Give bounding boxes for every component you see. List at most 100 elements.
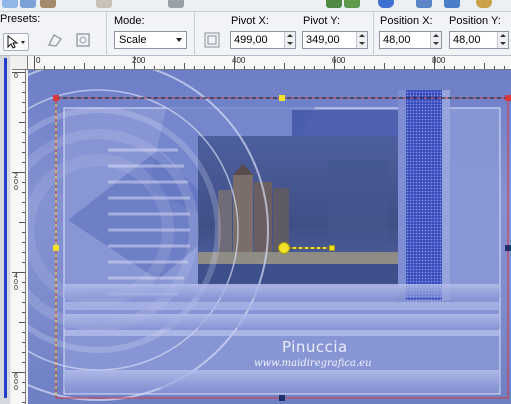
- ruler-tick: [22, 362, 25, 363]
- ruler-tick: [12, 272, 25, 273]
- ruler-tick: [154, 66, 155, 69]
- ruler-tick: [504, 66, 505, 69]
- ruler-tick: [194, 66, 195, 69]
- ruler-tick: [22, 382, 25, 383]
- position-x-stepper[interactable]: [430, 32, 441, 48]
- perspective-icon[interactable]: [74, 31, 92, 49]
- ruler-tick: [104, 66, 105, 69]
- image-canvas[interactable]: Pinuccia www.maidiregrafica.eu: [28, 70, 511, 404]
- image-icon[interactable]: [2, 0, 18, 8]
- ruler-tick: [34, 56, 35, 69]
- vertical-ruler: 0 2 0 0 4 0 0 6 0 0: [12, 70, 26, 404]
- panel-edge: [0, 56, 10, 404]
- ruler-tick: [22, 162, 25, 163]
- ruler-tick: [22, 312, 25, 313]
- pivot-x-stepper[interactable]: [284, 32, 295, 48]
- brush-icon[interactable]: [40, 0, 56, 8]
- ruler-tick: [19, 322, 25, 323]
- rotation-handle[interactable]: [278, 242, 290, 254]
- ruler-tick: [74, 66, 75, 69]
- ruler-tick: [12, 172, 25, 173]
- pivot-y-stepper[interactable]: [356, 32, 367, 48]
- print-icon[interactable]: [168, 0, 184, 8]
- chevron-down-icon: [176, 38, 182, 42]
- position-y-stepper[interactable]: [497, 32, 508, 48]
- pivot-x-input[interactable]: 499,00: [230, 31, 296, 49]
- ruler-tick: [22, 262, 25, 263]
- ruler-tick: [22, 302, 25, 303]
- scale-icon[interactable]: [203, 31, 221, 49]
- ruler-tick: [19, 122, 25, 123]
- ruler-tick: [374, 66, 375, 69]
- pivot-handle[interactable]: [329, 245, 335, 251]
- position-x-label: Position X:: [380, 15, 433, 27]
- ruler-tick: [22, 352, 25, 353]
- transform-handle-bottom-middle[interactable]: [279, 395, 285, 401]
- ruler-v-label-600: 6 0 0: [14, 373, 18, 392]
- pivot-x-value: 499,00: [234, 34, 268, 46]
- ruler-tick: [324, 66, 325, 69]
- ruler-tick: [174, 66, 175, 69]
- transform-handle-middle-left[interactable]: [53, 245, 59, 251]
- ruler-tick: [344, 66, 345, 69]
- leaf-icon[interactable]: [326, 0, 342, 8]
- accent-bar: [4, 58, 7, 398]
- position-y-label: Position Y:: [449, 15, 501, 27]
- ruler-tick: [384, 63, 385, 69]
- position-y-input[interactable]: 48,00: [449, 31, 509, 49]
- tool-options-bar: Presets: Mode: Scale Pivot X: 499,00 Piv…: [0, 12, 511, 56]
- mode-value: Scale: [119, 34, 147, 46]
- ruler-v-label-400: 4 0 0: [14, 273, 18, 292]
- ruler-tick: [474, 66, 475, 69]
- ruler-tick: [254, 66, 255, 69]
- ruler-tick: [22, 112, 25, 113]
- ruler-tick: [22, 242, 25, 243]
- zoom-icon[interactable]: [476, 0, 492, 8]
- ruler-tick: [22, 252, 25, 253]
- ruler-tick: [354, 66, 355, 69]
- ruler-tick: [364, 66, 365, 69]
- ruler-tick: [434, 56, 435, 69]
- pivot-y-input[interactable]: 349,00: [302, 31, 368, 49]
- presets-button[interactable]: [3, 33, 29, 51]
- transform-handle-top-left[interactable]: [53, 95, 59, 101]
- transform-handle-top-right[interactable]: [505, 95, 511, 101]
- pick-tool-icon: [7, 34, 25, 49]
- paint-icon[interactable]: [96, 0, 112, 8]
- ruler-tick: [124, 66, 125, 69]
- ruler-tick: [22, 192, 25, 193]
- download-icon[interactable]: [444, 0, 460, 8]
- layers-icon[interactable]: [20, 0, 36, 8]
- separator: [106, 12, 107, 56]
- ruler-tick: [464, 66, 465, 69]
- ruler-tick: [94, 66, 95, 69]
- deform-icon[interactable]: [46, 31, 64, 49]
- presets-label: Presets:: [0, 13, 41, 25]
- ruler-tick: [424, 66, 425, 69]
- position-x-value: 48,00: [383, 34, 411, 46]
- ruler-tick: [234, 56, 235, 69]
- mode-select[interactable]: Scale: [114, 31, 187, 49]
- leaf-icon-2[interactable]: [344, 0, 360, 8]
- ruler-v-label-0: 0: [14, 73, 18, 80]
- ruler-tick: [454, 66, 455, 69]
- ruler-tick: [22, 212, 25, 213]
- horizontal-ruler: 0 200 400 600 800: [28, 56, 511, 70]
- grid-icon[interactable]: [416, 0, 432, 8]
- ruler-tick: [294, 66, 295, 69]
- ruler-tick: [404, 66, 405, 69]
- position-y-value: 48,00: [453, 34, 481, 46]
- help-icon[interactable]: [378, 0, 394, 8]
- ruler-tick: [22, 342, 25, 343]
- separator: [194, 12, 195, 56]
- ruler-tick: [334, 56, 335, 69]
- position-x-input[interactable]: 48,00: [379, 31, 442, 49]
- ruler-tick: [214, 66, 215, 69]
- ruler-tick: [244, 66, 245, 69]
- transform-handle-middle-right[interactable]: [505, 245, 511, 251]
- ruler-tick: [12, 372, 25, 373]
- mode-label: Mode:: [114, 15, 145, 27]
- ruler-tick: [22, 182, 25, 183]
- ruler-tick: [144, 66, 145, 69]
- transform-handle-top-middle[interactable]: [279, 95, 285, 101]
